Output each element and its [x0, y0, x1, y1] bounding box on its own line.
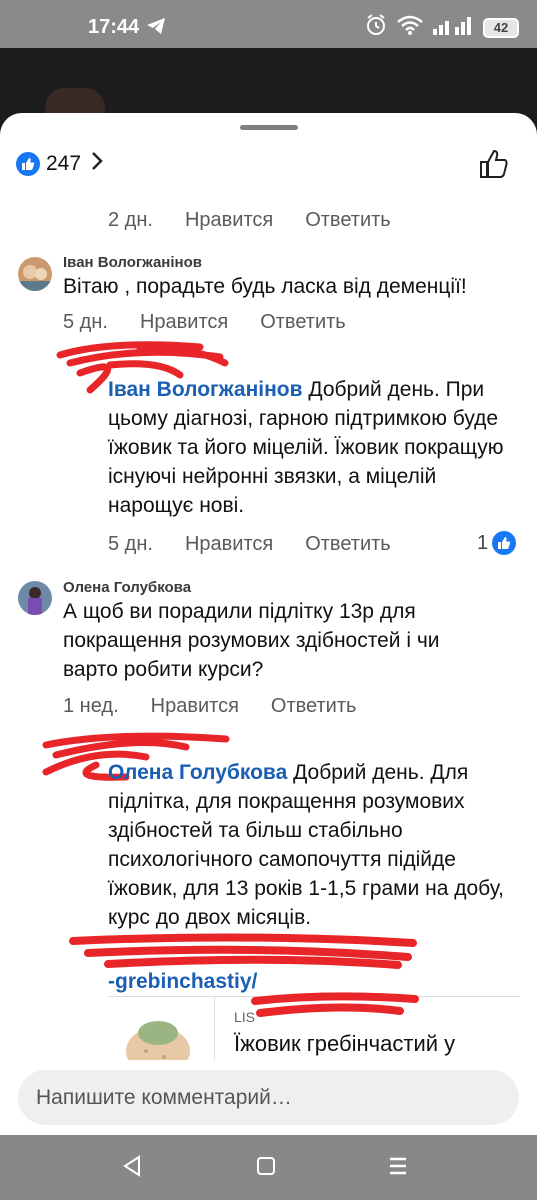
comment-time: 5 дн. [63, 311, 108, 333]
home-nav-icon[interactable] [256, 1155, 276, 1182]
reply-text: Іван Вологжанінов Добрий день. При цьому… [108, 375, 518, 520]
like-reaction-icon [16, 151, 40, 176]
battery-indicator: 42 [483, 17, 519, 38]
chevron-right-icon [91, 151, 103, 176]
redaction-scribble [69, 933, 417, 969]
redaction-scribble [251, 992, 419, 1017]
like-button[interactable]: Нравится [140, 311, 228, 334]
preview-title: Їжовик гребінчастий у [234, 1031, 456, 1056]
recents-nav-icon[interactable] [388, 1155, 408, 1182]
reply-mention[interactable]: Олена Голубкова [108, 761, 287, 784]
composer: Напишите комментарий… [0, 1060, 537, 1135]
like-button[interactable]: Нравится [185, 209, 273, 232]
reactions-summary[interactable]: 247 [16, 151, 103, 176]
system-nav-bar [0, 1135, 537, 1200]
comment-author[interactable]: Олена Голубкова [63, 579, 191, 596]
status-bar: 17:44 42 [0, 0, 537, 48]
comment-time: 1 нед. [63, 695, 119, 717]
reply-body: Добрий день. Для підлітка, для покращенн… [108, 761, 504, 929]
telegram-icon [146, 17, 166, 40]
reply-mention[interactable]: Іван Вологжанінов [108, 378, 303, 401]
comments-sheet[interactable]: 247 2 дн. Нравится Ответить Іван Вологжа… [0, 113, 537, 1135]
back-nav-icon[interactable] [122, 1155, 142, 1182]
like-count: 1 [477, 531, 489, 554]
like-reaction-icon [492, 531, 517, 555]
avatar[interactable] [18, 581, 52, 615]
reply-button[interactable]: Ответить [260, 311, 346, 334]
avatar[interactable] [18, 257, 52, 291]
reply-button[interactable]: Ответить [305, 533, 391, 556]
wifi-icon [397, 15, 423, 40]
alarm-icon [365, 14, 387, 41]
reaction-count: 247 [46, 151, 82, 175]
reply-text: Олена Голубкова Добрий день. Для підлітк… [108, 758, 518, 932]
reply-button[interactable]: Ответить [305, 209, 391, 232]
comment-author[interactable]: Іван Вологжанінов [63, 254, 202, 271]
action-row: 1 нед. Нравится Ответить [63, 695, 388, 718]
comment-time: 5 дн. [108, 533, 153, 555]
comment-time: 2 дн. [108, 209, 153, 231]
action-row: 5 дн. Нравится Ответить [63, 311, 378, 334]
drag-handle[interactable] [240, 125, 298, 130]
action-row: 2 дн. Нравится Ответить [108, 209, 423, 232]
thumbs-up-icon[interactable] [479, 149, 509, 184]
status-time: 17:44 [88, 16, 140, 38]
signal-icon [433, 15, 473, 40]
action-row: 5 дн. Нравится Ответить [108, 533, 423, 556]
comment-text: А щоб ви порадили підлітку 13р для покра… [63, 600, 440, 681]
like-button[interactable]: Нравится [151, 695, 239, 718]
reply-link[interactable]: -grebinchastiy/ [108, 967, 257, 996]
reply-button[interactable]: Ответить [271, 695, 357, 718]
like-button[interactable]: Нравится [185, 533, 273, 556]
reply-like-count[interactable]: 1 [477, 531, 517, 555]
comment-input[interactable]: Напишите комментарий… [18, 1070, 519, 1125]
comment-text: Вітаю , порадьте будь ласка від деменції… [63, 275, 467, 298]
